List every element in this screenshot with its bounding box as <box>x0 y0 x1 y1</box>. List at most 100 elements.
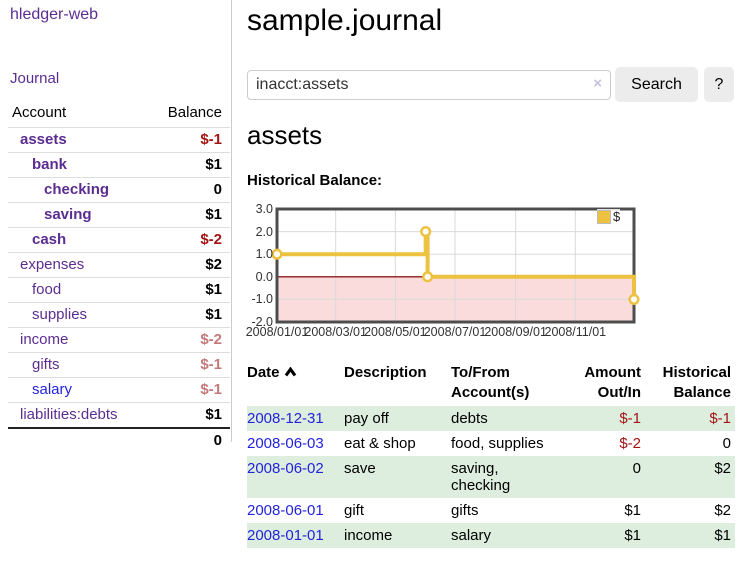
transaction-description: income <box>344 523 451 548</box>
transaction-accounts: gifts <box>451 498 564 523</box>
register-col-accounts: To/FromAccount(s) <box>451 360 564 406</box>
account-link[interactable]: food <box>32 281 61 298</box>
legend-label: $ <box>613 209 620 224</box>
account-balance: $1 <box>146 403 230 429</box>
account-link[interactable]: cash <box>32 231 66 248</box>
account-row: bank$1 <box>8 153 230 178</box>
transaction-amount: $-2 <box>564 431 641 456</box>
transaction-amount: $-1 <box>564 406 641 431</box>
account-row: gifts $-1 <box>8 353 230 378</box>
account-link[interactable]: saving <box>44 206 92 223</box>
transaction-amount: $1 <box>564 523 641 548</box>
chart-y-tick-label: 3.0 <box>247 201 273 217</box>
account-link[interactable]: supplies <box>32 306 87 323</box>
help-button[interactable]: ? <box>704 67 734 102</box>
brand-link[interactable]: hledger-web <box>10 6 98 24</box>
account-row: cash $-2 <box>8 228 230 253</box>
account-row: checking 0 <box>8 178 230 203</box>
search-button[interactable]: Search <box>615 67 698 102</box>
transaction-date-link[interactable]: 2008-12-31 <box>247 410 324 427</box>
register-header-row: Date Description To/FromAccount(s) Amoun… <box>247 360 735 406</box>
sort-ascending-icon <box>284 363 297 383</box>
account-link[interactable]: liabilities:debts <box>20 406 118 423</box>
account-link[interactable]: expenses <box>20 256 84 273</box>
account-row: salary $-1 <box>8 378 230 403</box>
account-balance: $-1 <box>146 353 230 378</box>
transaction-date-link[interactable]: 2008-01-01 <box>247 527 324 544</box>
transaction-accounts: saving, checking <box>451 456 564 498</box>
historical-balance-chart: 2008/01/012008/03/012008/05/012008/07/01… <box>247 201 687 351</box>
register-row: 2008-06-02savesaving, checking0$2 <box>247 456 735 498</box>
register-col-description: Description <box>344 360 451 406</box>
transaction-description: gift <box>344 498 451 523</box>
transaction-date-link[interactable]: 2008-06-03 <box>247 435 324 452</box>
account-balance: $1 <box>146 303 230 328</box>
transaction-accounts: salary <box>451 523 564 548</box>
chart-x-axis-labels: 2008/01/012008/03/012008/05/012008/07/01… <box>247 325 687 343</box>
account-link[interactable]: bank <box>32 156 67 173</box>
chart-y-tick-label: 0.0 <box>247 269 273 285</box>
transaction-balance: 0 <box>641 431 735 456</box>
transaction-amount: $1 <box>564 498 641 523</box>
account-row: income $-2 <box>8 328 230 353</box>
register-row: 2008-06-03 eat & shopfood, supplies$-20 <box>247 431 735 456</box>
chart-y-tick-label: 2.0 <box>247 224 273 240</box>
sidebar-item-journal[interactable]: Journal <box>10 70 59 87</box>
account-row: assets $-1 <box>8 128 230 153</box>
register-row: 2008-06-01 giftgifts$1$2 <box>247 498 735 523</box>
accounts-table: Account Balance assets$-1bank$1checking0… <box>8 102 230 453</box>
page-title: sample.journal <box>247 1 442 41</box>
transaction-balance: $2 <box>641 456 735 498</box>
accounts-total-balance: 0 <box>146 428 230 453</box>
register-row: 2008-12-31pay offdebts$-1$-1 <box>247 406 735 431</box>
chart-x-tick-label: 2008/03/01 <box>304 325 367 339</box>
chart-x-tick-label: 2008/11/01 <box>544 325 606 339</box>
transaction-description: save <box>344 456 451 498</box>
account-link[interactable]: gifts <box>32 356 60 373</box>
account-balance: $1 <box>146 203 230 228</box>
account-balance: $-1 <box>146 128 230 153</box>
register-table: Date Description To/FromAccount(s) Amoun… <box>247 360 735 548</box>
main-content: sample.journal × Search ? assets Histori… <box>247 0 742 582</box>
chart-x-tick-label: 2008/05/01 <box>364 325 427 339</box>
clear-search-icon[interactable]: × <box>593 76 602 92</box>
chart-legend: $ <box>597 209 620 224</box>
account-balance: $1 <box>146 278 230 303</box>
chart-y-tick-label: -2.0 <box>247 314 273 330</box>
account-link[interactable]: income <box>20 331 68 348</box>
register-row: 2008-01-01incomesalary$1$1 <box>247 523 735 548</box>
account-link[interactable]: checking <box>44 181 109 198</box>
account-link[interactable]: assets <box>20 131 67 148</box>
search-input[interactable] <box>247 70 611 100</box>
chart-x-tick-label: 2008/07/01 <box>424 325 487 339</box>
transaction-balance: $2 <box>641 498 735 523</box>
chart-y-tick-label: -1.0 <box>247 291 273 307</box>
account-balance: $-1 <box>146 378 230 403</box>
transaction-accounts: debts <box>451 406 564 431</box>
legend-swatch-icon <box>597 210 611 224</box>
register-col-date: Date <box>247 360 344 406</box>
transaction-description: eat & shop <box>344 431 451 456</box>
transaction-accounts: food, supplies <box>451 431 564 456</box>
search-box: × <box>247 67 611 102</box>
transaction-date-link[interactable]: 2008-06-01 <box>247 502 324 519</box>
account-row: expenses $2 <box>8 253 230 278</box>
account-row: food $1 <box>8 278 230 303</box>
register-body: 2008-12-31pay offdebts$-1$-1 2008-06-03 ea… <box>247 406 735 548</box>
account-link[interactable]: salary <box>32 381 72 398</box>
accounts-total-row: 0 <box>8 428 230 453</box>
chart-x-tick-label: 2008/09/01 <box>484 325 547 339</box>
account-balance: 0 <box>146 178 230 203</box>
account-balance: $-2 <box>146 328 230 353</box>
account-balance: $2 <box>146 253 230 278</box>
chart-y-tick-label: 1.0 <box>247 246 273 262</box>
transaction-date-link[interactable]: 2008-06-02 <box>247 460 324 477</box>
hledger-web-app: hledger-web Journal Account Balance asse… <box>0 0 742 582</box>
account-row: saving $1 <box>8 203 230 228</box>
sidebar: hledger-web Journal Account Balance asse… <box>0 0 232 442</box>
chart-title: Historical Balance: <box>247 172 382 189</box>
accounts-col-balance: Balance <box>146 102 230 128</box>
transaction-balance: $-1 <box>641 406 735 431</box>
account-balance: $-2 <box>146 228 230 253</box>
register-col-balance: HistoricalBalance <box>641 360 735 406</box>
